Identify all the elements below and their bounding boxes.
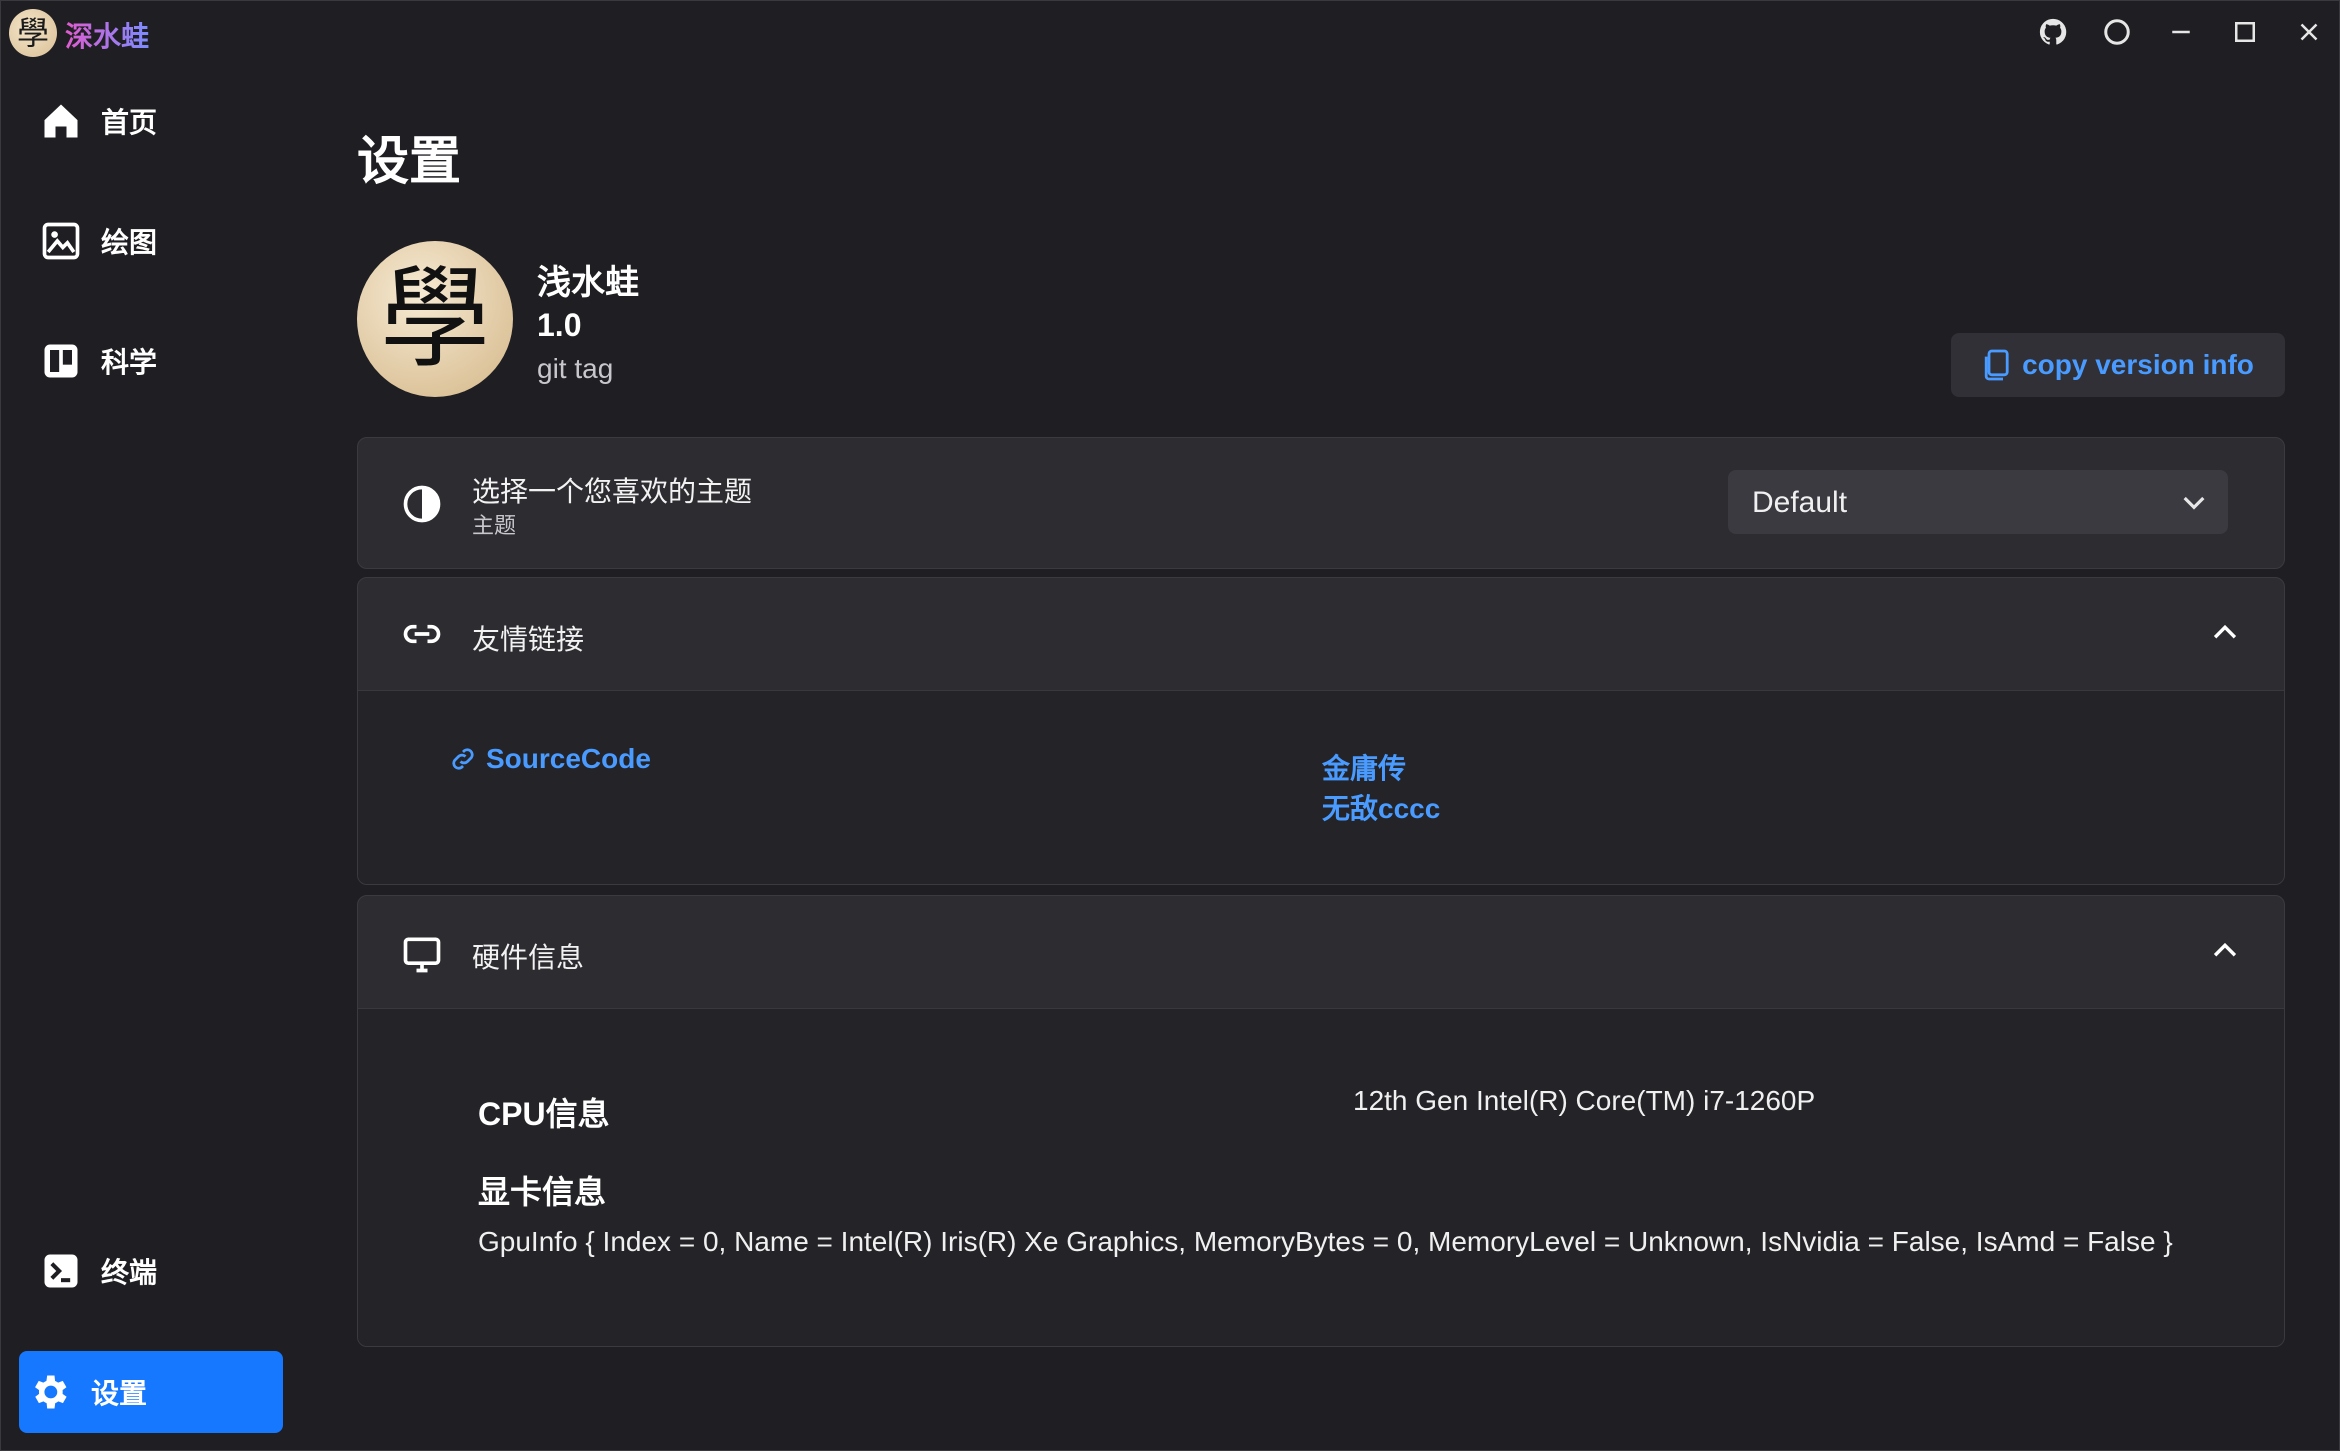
- maximize-icon: [2235, 22, 2255, 42]
- hardware-card-body: CPU信息 12th Gen Intel(R) Core(TM) i7-1260…: [358, 1008, 2284, 1346]
- close-icon: [2300, 23, 2318, 41]
- link-wudi[interactable]: 无敌cccc: [1322, 787, 1440, 827]
- title-bar: 學 深水蛙: [1, 1, 2340, 63]
- sidebar-item-label: 绘图: [101, 227, 158, 258]
- sidebar-item-label: 首页: [101, 107, 158, 138]
- links-title: 友情链接: [472, 624, 585, 655]
- cpu-value: 12th Gen Intel(R) Core(TM) i7-1260P: [1353, 1085, 1816, 1116]
- github-icon: [2039, 18, 2067, 45]
- source-code-label: SourceCode: [486, 743, 651, 774]
- monitor-icon: [400, 932, 444, 976]
- chevron-down-icon: [2183, 496, 2205, 510]
- cpu-label: CPU信息: [478, 1096, 610, 1132]
- page-title: 设置: [357, 133, 462, 191]
- home-icon: [39, 99, 83, 143]
- app-title: 深水蛙: [65, 15, 149, 55]
- close-button[interactable]: [2277, 1, 2340, 63]
- theme-select-value: Default: [1752, 486, 1848, 519]
- sidebar-item-terminal[interactable]: 终端: [21, 1231, 281, 1311]
- app-logo: 學: [9, 9, 57, 57]
- theme-card: 选择一个您喜欢的主题 主题 Default: [357, 437, 2285, 569]
- links-card: 友情链接 SourceCode 金庸传 无敌cccc: [357, 577, 2285, 885]
- link-icon: [452, 748, 474, 770]
- gpu-label: 显卡信息: [478, 1174, 607, 1210]
- app-version: 1.0: [537, 307, 582, 343]
- window-controls: [2021, 1, 2340, 63]
- hardware-card: 硬件信息 CPU信息 12th Gen Intel(R) Core(TM) i7…: [357, 895, 2285, 1347]
- terminal-icon: [39, 1249, 83, 1293]
- github-button[interactable]: [2021, 1, 2085, 63]
- minimize-icon: [2172, 30, 2190, 34]
- sidebar-item-science[interactable]: 科学: [21, 321, 281, 401]
- links-card-body: SourceCode 金庸传 无敌cccc: [358, 690, 2284, 884]
- board-icon: [39, 339, 83, 383]
- sidebar-item-home[interactable]: 首页: [21, 81, 281, 161]
- app-window: 學 深水蛙 首页 绘图 科学 终端 设置 设置 學 浅水蛙 1.0 git ta…: [0, 0, 2340, 1451]
- chevron-up-icon: [2213, 942, 2237, 957]
- sidebar-item-label: 终端: [101, 1257, 158, 1288]
- theme-select[interactable]: Default: [1728, 470, 2228, 534]
- theme-title: 选择一个您喜欢的主题: [472, 476, 753, 507]
- copy-icon: [1984, 349, 2009, 381]
- link-jinyong[interactable]: 金庸传: [1322, 747, 1406, 787]
- gpu-value: GpuInfo { Index = 0, Name = Intel(R) Iri…: [478, 1226, 2173, 1257]
- app-avatar: 學: [357, 241, 513, 397]
- sidebar-item-label: 设置: [91, 1378, 148, 1409]
- copy-version-info-button[interactable]: copy version info: [1951, 333, 2285, 397]
- gear-icon: [27, 1370, 71, 1414]
- chevron-up-icon: [2213, 624, 2237, 639]
- links-card-header[interactable]: 友情链接: [358, 578, 2284, 690]
- theme-subtitle: 主题: [472, 513, 517, 538]
- source-code-link[interactable]: SourceCode: [448, 743, 651, 775]
- hardware-title: 硬件信息: [472, 942, 585, 973]
- copy-version-label: copy version info: [2022, 349, 2254, 380]
- sidebar-item-draw[interactable]: 绘图: [21, 201, 281, 281]
- hardware-card-header[interactable]: 硬件信息: [358, 896, 2284, 1008]
- link-icon: [400, 612, 444, 656]
- git-tag: git tag: [537, 353, 614, 384]
- app-name: 浅水蛙: [537, 264, 639, 302]
- theme-card-header: 选择一个您喜欢的主题 主题 Default: [358, 438, 2284, 568]
- contrast-icon: [400, 482, 444, 526]
- sidebar-item-settings[interactable]: 设置: [19, 1351, 283, 1433]
- maximize-button[interactable]: [2213, 1, 2277, 63]
- theme-toggle-button[interactable]: [2085, 1, 2149, 63]
- sidebar-item-label: 科学: [101, 347, 158, 378]
- moon-icon: [2104, 19, 2130, 45]
- image-icon: [39, 219, 83, 263]
- minimize-button[interactable]: [2149, 1, 2213, 63]
